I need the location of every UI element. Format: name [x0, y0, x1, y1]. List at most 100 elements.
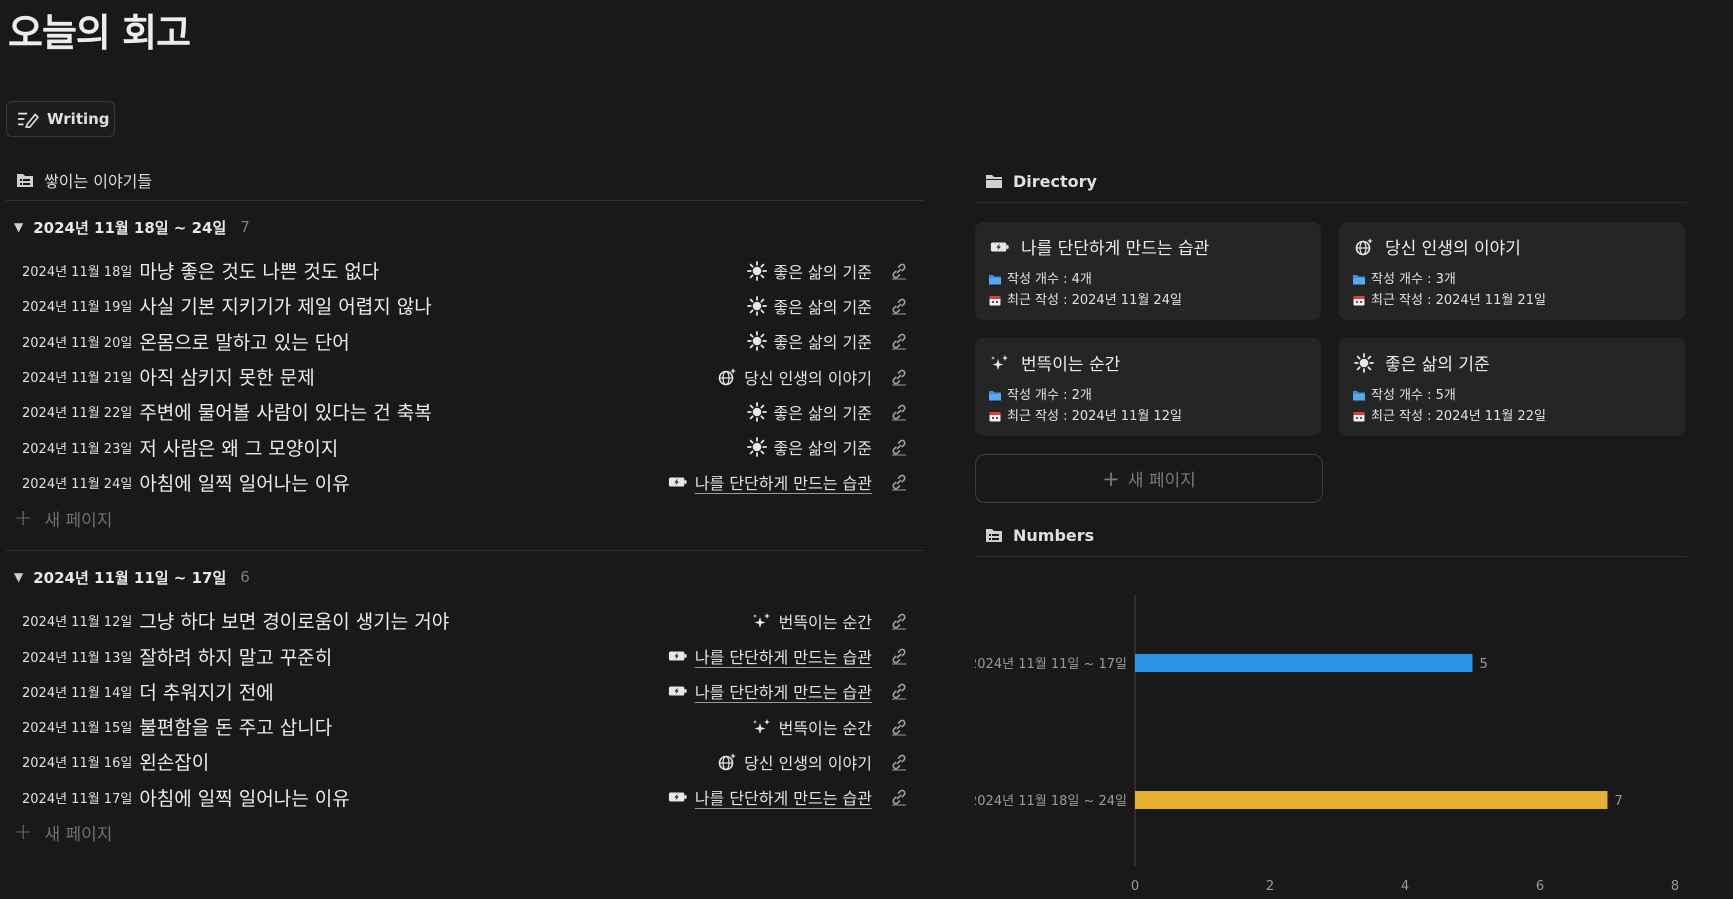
story-row[interactable]: 2024년 11월 21일 아직 삼키지 못한 문제 당신 인생의 이야기 — [0, 359, 918, 394]
link-icon[interactable] — [890, 718, 908, 736]
story-category[interactable]: 번뜩이는 순간 — [751, 715, 872, 739]
story-row[interactable]: 2024년 11월 19일 사실 기본 지키기가 제일 어렵지 않나 좋은 삶의… — [0, 288, 918, 323]
story-category[interactable]: 당신 인생의 이야기 — [716, 750, 872, 774]
card-recent: 최근 작성 : 2024년 11월 22일 — [1353, 406, 1671, 427]
x-tick-label: 8 — [1671, 879, 1679, 894]
numbers-heading: Numbers — [975, 514, 1687, 556]
directory-new-page-button[interactable]: + 새 페이지 — [975, 454, 1323, 503]
story-row[interactable]: 2024년 11월 20일 온몸으로 말하고 있는 단어 좋은 삶의 기준 — [0, 324, 918, 359]
sun-icon — [1353, 352, 1375, 373]
x-tick-label: 2 — [1266, 879, 1274, 894]
story-row[interactable]: 2024년 11월 16일 왼손잡이 당신 인생의 이야기 — [0, 744, 918, 779]
story-category[interactable]: 좋은 삶의 기준 — [746, 294, 872, 318]
link-icon[interactable] — [890, 647, 908, 665]
story-title[interactable]: 잘하려 하지 말고 꾸준히 — [139, 643, 332, 670]
story-row[interactable]: 2024년 11월 14일 더 추워지기 전에 나를 단단하게 만드는 습관 — [0, 674, 918, 709]
link-icon[interactable] — [890, 332, 908, 350]
story-category[interactable]: 나를 단단하게 만드는 습관 — [667, 679, 872, 703]
story-category[interactable]: 좋은 삶의 기준 — [746, 435, 872, 459]
story-title[interactable]: 불편함을 돈 주고 삽니다 — [139, 713, 332, 740]
globe-sparkle-icon — [716, 367, 738, 387]
link-icon[interactable] — [890, 368, 908, 386]
story-title[interactable]: 사실 기본 지키기가 제일 어렵지 않나 — [139, 292, 431, 319]
new-page-label: 새 페이지 — [44, 825, 113, 846]
new-page-button[interactable]: + 새 페이지 — [0, 815, 930, 851]
sun-icon — [746, 296, 768, 316]
link-icon[interactable] — [890, 438, 908, 456]
stories-heading-label: 쌓이는 이야기들 — [44, 172, 153, 191]
link-icon[interactable] — [890, 612, 908, 630]
battery-charging-icon — [667, 646, 689, 666]
directory-card[interactable]: 번뜩이는 순간 작성 개수 : 2개 최근 작성 : 2024년 11월 12일 — [975, 338, 1321, 436]
link-icon[interactable] — [890, 297, 908, 315]
story-category[interactable]: 나를 단단하게 만드는 습관 — [667, 470, 872, 494]
calendar-icon — [1353, 296, 1365, 306]
bar — [1135, 654, 1473, 672]
group-count: 6 — [240, 568, 250, 587]
data-label: 5 — [1480, 657, 1488, 672]
link-icon[interactable] — [890, 262, 908, 280]
story-category[interactable]: 번뜩이는 순간 — [751, 609, 872, 633]
link-icon[interactable] — [890, 682, 908, 700]
numbers-chart: 2024년 11월 11일 ~ 17일 5 2024년 11월 18일 ~ 24일 7… — [969, 560, 1687, 899]
story-title[interactable]: 저 사람은 왜 그 모양이지 — [139, 434, 338, 461]
card-title: 번뜩이는 순간 — [989, 350, 1307, 375]
story-row[interactable]: 2024년 11월 17일 아침에 일찍 일어나는 이유 나를 단단하게 만드는… — [0, 780, 918, 815]
collapse-triangle-icon[interactable]: ▼ — [14, 220, 23, 234]
collapse-triangle-icon[interactable]: ▼ — [14, 570, 23, 584]
stories-panel: 쌓이는 이야기들 ▼ 2024년 11월 18일 ~ 24일 7 2024년 1… — [0, 160, 930, 851]
sun-icon — [746, 260, 768, 281]
story-title[interactable]: 더 추워지기 전에 — [139, 678, 273, 705]
story-title[interactable]: 주변에 물어볼 사람이 있다는 건 축복 — [139, 398, 431, 425]
story-row[interactable]: 2024년 11월 12일 그냥 하다 보면 경이로움이 생기는 거야 번뜩이는… — [0, 603, 918, 638]
story-category-label: 번뜩이는 순간 — [778, 718, 872, 738]
x-tick-label: 4 — [1401, 879, 1409, 894]
link-icon[interactable] — [890, 473, 908, 491]
link-icon[interactable] — [890, 403, 908, 421]
stories-heading: 쌓이는 이야기들 — [0, 160, 930, 200]
card-count: 작성 개수 : 5개 — [1353, 385, 1671, 406]
writing-button[interactable]: Writing — [6, 101, 115, 137]
globe-sparkle-icon — [1353, 237, 1375, 257]
story-row[interactable]: 2024년 11월 13일 잘하려 하지 말고 꾸준히 나를 단단하게 만드는 … — [0, 638, 918, 673]
story-row[interactable]: 2024년 11월 18일 마냥 좋은 것도 나쁜 것도 없다 좋은 삶의 기준 — [0, 253, 918, 288]
story-category[interactable]: 나를 단단하게 만드는 습관 — [667, 785, 872, 809]
story-row[interactable]: 2024년 11월 15일 불편함을 돈 주고 삽니다 번뜩이는 순간 — [0, 709, 918, 744]
calendar-icon — [1353, 412, 1365, 422]
data-label: 7 — [1615, 794, 1623, 809]
story-title[interactable]: 마냥 좋은 것도 나쁜 것도 없다 — [139, 257, 379, 284]
story-title[interactable]: 아침에 일찍 일어나는 이유 — [139, 469, 349, 496]
story-category[interactable]: 좋은 삶의 기준 — [746, 400, 872, 424]
sparkles-icon — [751, 611, 773, 631]
sparkles-icon — [751, 717, 773, 737]
story-title[interactable]: 그냥 하다 보면 경이로움이 생기는 거야 — [139, 607, 449, 634]
story-row[interactable]: 2024년 11월 22일 주변에 물어볼 사람이 있다는 건 축복 좋은 삶의… — [0, 394, 918, 429]
group-header[interactable]: ▼ 2024년 11월 11일 ~ 17일 6 — [0, 551, 930, 603]
story-title[interactable]: 아침에 일찍 일어나는 이유 — [139, 784, 349, 811]
new-page-button[interactable]: + 새 페이지 — [0, 500, 930, 536]
story-groups: ▼ 2024년 11월 18일 ~ 24일 7 2024년 11월 18일 마냥… — [0, 201, 930, 851]
directory-card[interactable]: 나를 단단하게 만드는 습관 작성 개수 : 4개 최근 작성 : 2024년 … — [975, 222, 1321, 320]
group-header[interactable]: ▼ 2024년 11월 18일 ~ 24일 7 — [0, 201, 930, 253]
card-count: 작성 개수 : 3개 — [1353, 269, 1671, 290]
story-row[interactable]: 2024년 11월 23일 저 사람은 왜 그 모양이지 좋은 삶의 기준 — [0, 429, 918, 464]
directory-card[interactable]: 좋은 삶의 기준 작성 개수 : 5개 최근 작성 : 2024년 11월 22… — [1339, 338, 1685, 436]
story-title[interactable]: 아직 삼키지 못한 문제 — [139, 363, 314, 390]
link-icon[interactable] — [890, 753, 908, 771]
category-label: 2024년 11월 18일 ~ 24일 — [975, 794, 1127, 809]
blue-folder-icon — [1353, 391, 1365, 401]
story-category[interactable]: 나를 단단하게 만드는 습관 — [667, 644, 872, 668]
story-title[interactable]: 왼손잡이 — [139, 748, 209, 775]
story-category[interactable]: 좋은 삶의 기준 — [746, 259, 872, 283]
story-category-label: 당신 인생의 이야기 — [744, 753, 872, 773]
story-date: 2024년 11월 14일 — [22, 685, 133, 701]
story-date: 2024년 11월 20일 — [22, 335, 133, 351]
link-icon[interactable] — [890, 788, 908, 806]
directory-card[interactable]: 당신 인생의 이야기 작성 개수 : 3개 최근 작성 : 2024년 11월 … — [1339, 222, 1685, 320]
sun-icon — [746, 401, 768, 422]
sparkles-icon — [989, 353, 1011, 373]
story-title[interactable]: 온몸으로 말하고 있는 단어 — [139, 328, 349, 355]
story-category[interactable]: 당신 인생의 이야기 — [716, 365, 872, 389]
story-category[interactable]: 좋은 삶의 기준 — [746, 329, 872, 353]
story-row[interactable]: 2024년 11월 24일 아침에 일찍 일어나는 이유 나를 단단하게 만드는… — [0, 465, 918, 500]
